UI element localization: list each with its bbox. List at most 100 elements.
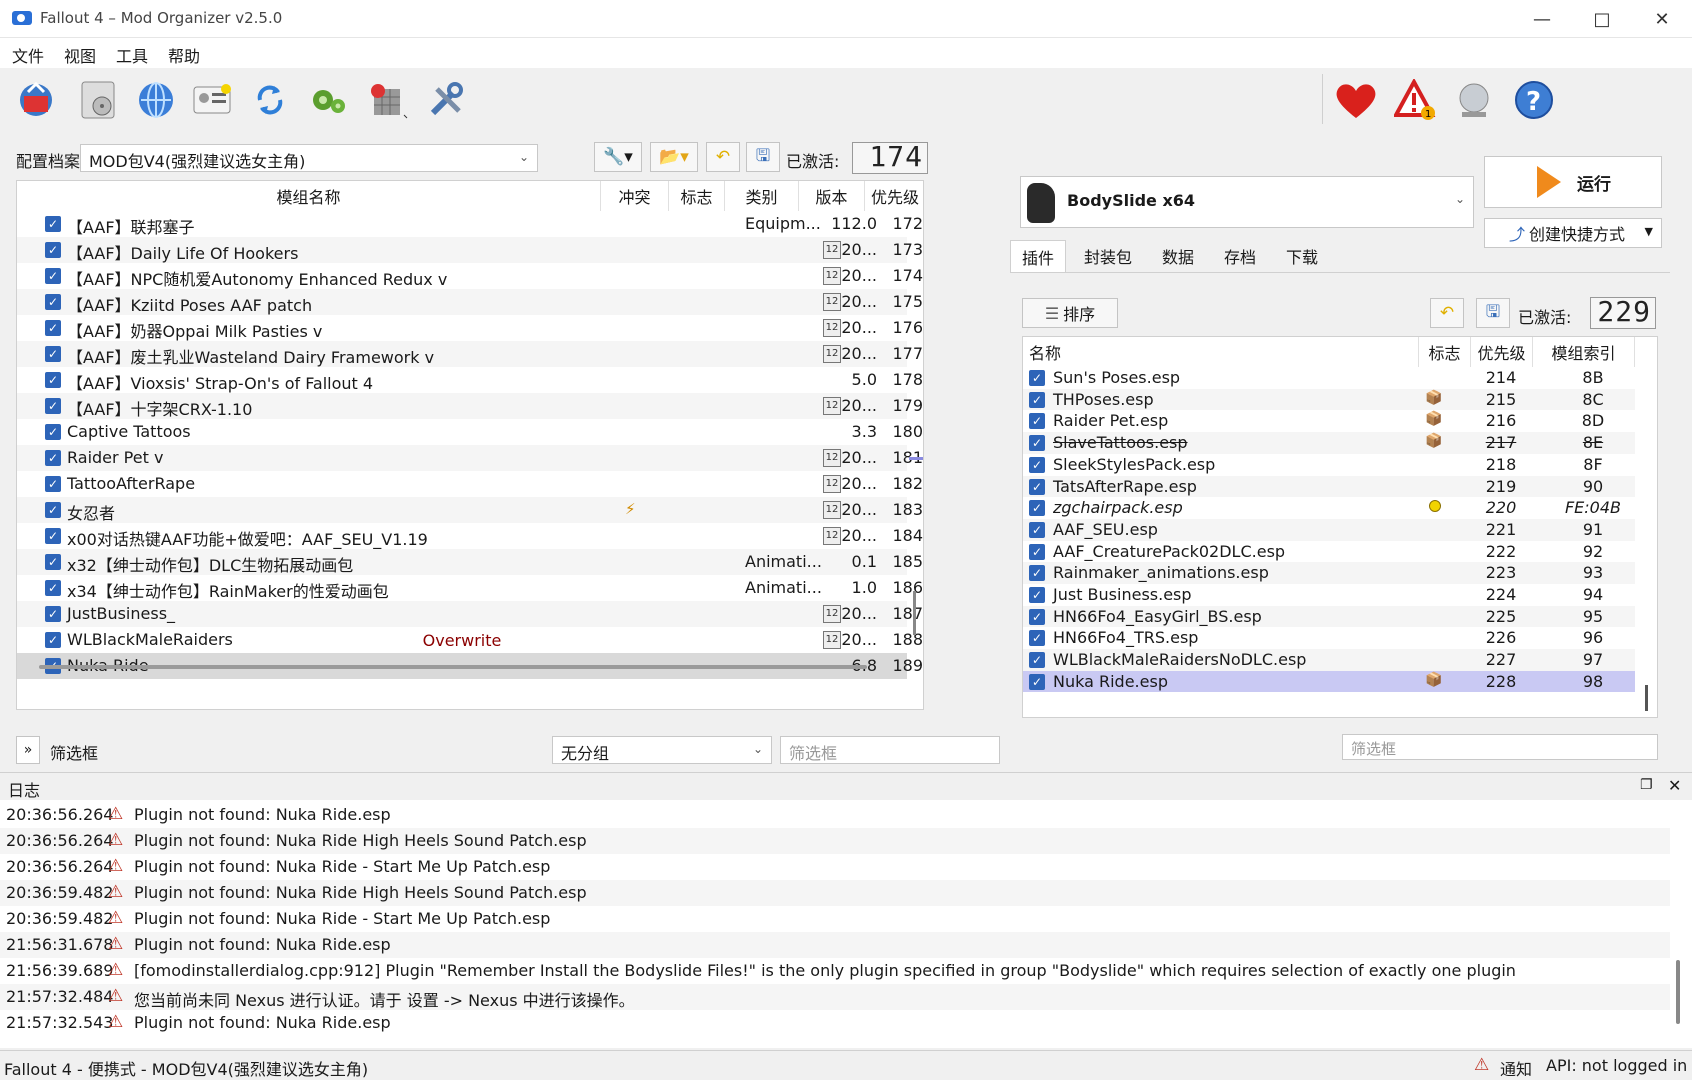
endorse-heart-icon[interactable] xyxy=(1334,78,1378,122)
column-header-name[interactable]: 模组名称 xyxy=(17,181,601,211)
mod-checkbox[interactable]: ✓ xyxy=(45,554,61,570)
mod-row[interactable]: ✓ Raider Pet v 12 20... 181 xyxy=(17,445,923,471)
mod-row[interactable]: ✓ x32【绅士动作包】DLC生物拓展动画包 Animati... 0.1 185 xyxy=(17,549,923,575)
plugin-row[interactable]: ✓ Rainmaker_animations.esp 223 93 xyxy=(1023,562,1635,584)
menu-tools[interactable]: 工具 xyxy=(116,43,148,67)
plugin-scrollbar[interactable] xyxy=(1645,685,1648,711)
plugin-row[interactable]: ✓ WLBlackMaleRaidersNoDLC.esp 227 97 xyxy=(1023,649,1635,671)
plugin-header-priority[interactable]: 优先级 xyxy=(1471,337,1533,367)
restore-backup-button[interactable]: ↶ xyxy=(706,142,740,172)
mod-row[interactable]: ✓ x34【绅士动作包】RainMaker的性爱动画包 Animati... 1.0 1… xyxy=(17,575,923,601)
update-globe-icon[interactable] xyxy=(1452,78,1496,122)
log-entry[interactable]: 20:36:56.264 ⚠ Plugin not found: Nuka Ride… xyxy=(0,828,1670,854)
overwrite-row[interactable]: Overwrite xyxy=(17,631,907,650)
mod-checkbox[interactable]: ✓ xyxy=(45,528,61,544)
change-game-icon[interactable] xyxy=(14,78,58,122)
menu-help[interactable]: 帮助 xyxy=(168,43,200,67)
mod-row[interactable]: ✓ 【AAF】Daily Life Of Hookers 12 20... 173 xyxy=(17,237,923,263)
plugin-list[interactable]: 名称 标志 优先级 模组索引 ✓ Sun's Poses.esp 214 8B ✓ THP… xyxy=(1022,336,1658,718)
plugin-checkbox[interactable]: ✓ xyxy=(1029,413,1045,430)
mod-row[interactable]: ✓ 【AAF】Kziitd Poses AAF patch 12 20... 175 xyxy=(17,289,923,315)
create-shortcut-button[interactable]: ⤴ 创建快捷方式 ▼ xyxy=(1484,218,1662,248)
plugin-checkbox[interactable]: ✓ xyxy=(1029,587,1045,603)
plugin-header-name[interactable]: 名称 xyxy=(1023,337,1419,367)
log-entry[interactable]: 21:57:32.543 ⚠ Plugin not found: Nuka Ride… xyxy=(0,1010,1670,1036)
restore-plugins-button[interactable]: ↶ xyxy=(1430,298,1464,328)
profiles-icon[interactable] xyxy=(190,78,234,122)
plugin-row[interactable]: ✓ HN66Fo4_EasyGirl_BS.esp 225 95 xyxy=(1023,605,1635,628)
mod-checkbox[interactable]: ✓ xyxy=(45,320,61,336)
plugin-checkbox[interactable]: ✓ xyxy=(1029,565,1045,582)
mod-row[interactable]: ✓ 【AAF】联邦塞子 Equipm... 112.0 172 xyxy=(17,211,923,237)
tab-plugins[interactable]: 插件 xyxy=(1010,240,1066,272)
mod-row[interactable]: ✓ 【AAF】奶器Oppai Milk Pasties v 12 20... 176 xyxy=(17,315,923,341)
plugin-row[interactable]: ✓ TatsAfterRape.esp 219 90 xyxy=(1023,475,1635,498)
mod-checkbox[interactable]: ✓ xyxy=(45,268,61,284)
plugin-checkbox[interactable]: ✓ xyxy=(1029,391,1045,408)
mod-row[interactable]: ✓ 【AAF】十字架CRX-1.10 12 20... 179 xyxy=(17,393,923,419)
vertical-scrollbar[interactable] xyxy=(913,591,916,635)
plugin-filter-input[interactable]: 筛选框 xyxy=(1342,734,1658,760)
sort-button[interactable]: ☰ 排序 xyxy=(1022,298,1118,328)
plugin-row[interactable]: ✓ Sun's Poses.esp 214 8B xyxy=(1023,367,1635,389)
log-entry[interactable]: 20:36:59.482 ⚠ Plugin not found: Nuka Ride… xyxy=(0,906,1670,932)
plugin-checkbox[interactable]: ✓ xyxy=(1029,608,1045,625)
log-entry[interactable]: 21:56:31.678 ⚠ Plugin not found: Nuka Ride… xyxy=(0,932,1670,958)
plugin-row[interactable]: ✓ SlaveTattoos.esp 📦 217 8E xyxy=(1023,432,1635,454)
log-entry[interactable]: 21:56:39.689 ⚠ [fomodinstallerdialog.cpp:9… xyxy=(0,958,1670,984)
help-icon[interactable]: ? xyxy=(1512,78,1556,122)
settings-icon[interactable] xyxy=(424,78,468,122)
mod-row[interactable]: ✓ 【AAF】NPC随机爱Autonomy Enhanced Redux v 12 2… xyxy=(17,263,923,289)
mod-checkbox[interactable]: ✓ xyxy=(45,450,61,466)
tab-downloads[interactable]: 下载 xyxy=(1274,240,1330,272)
plugin-checkbox[interactable]: ✓ xyxy=(1029,500,1045,517)
install-mod-icon[interactable] xyxy=(76,78,120,122)
plugin-row[interactable]: ✓ SleekStylesPack.esp 218 8F xyxy=(1023,454,1635,476)
menu-file[interactable]: 文件 xyxy=(12,43,44,67)
mod-checkbox[interactable]: ✓ xyxy=(45,372,61,388)
tab-data[interactable]: 数据 xyxy=(1150,240,1206,272)
tab-archives[interactable]: 封装包 xyxy=(1074,240,1142,272)
mod-checkbox[interactable]: ✓ xyxy=(45,242,61,258)
mod-row[interactable]: ✓ TattooAfterRape 12 20... 182 xyxy=(17,471,923,497)
plugin-checkbox[interactable]: ✓ xyxy=(1029,521,1045,538)
undock-icon[interactable]: ❐ xyxy=(1640,777,1653,793)
mod-checkbox[interactable]: ✓ xyxy=(45,294,61,310)
plugin-header-mod-index[interactable]: 模组索引 xyxy=(1533,337,1635,367)
plugin-row[interactable]: ✓ AAF_SEU.esp 221 91 xyxy=(1023,518,1635,541)
log-entry[interactable]: 21:57:32.484 ⚠ 您当前尚未同 Nexus 进行认证。请于 设置 -> … xyxy=(0,984,1670,1010)
plugin-checkbox[interactable]: ✓ xyxy=(1029,652,1045,669)
menu-view[interactable]: 视图 xyxy=(64,43,96,67)
plugin-checkbox[interactable]: ✓ xyxy=(1029,456,1045,473)
mod-checkbox[interactable]: ✓ xyxy=(45,606,61,622)
column-header-flags[interactable]: 标志 xyxy=(669,181,725,211)
log-entry[interactable]: 20:36:56.264 ⚠ Plugin not found: Nuka Ride… xyxy=(0,802,1670,828)
plugin-checkbox[interactable]: ✓ xyxy=(1029,478,1045,495)
executable-select[interactable]: BodySlide x64 ⌄ xyxy=(1020,176,1474,228)
backup-plugins-button[interactable]: 🖫 xyxy=(1476,298,1510,328)
mod-row[interactable]: ✓ Captive Tattoos 3.3 180 xyxy=(17,419,923,445)
plugin-row[interactable]: ✓ Raider Pet.esp 📦 216 8D xyxy=(1023,410,1635,432)
plugin-row[interactable]: ✓ THPoses.esp 📦 215 8C xyxy=(1023,388,1635,411)
plugin-checkbox[interactable]: ✓ xyxy=(1029,370,1045,386)
close-button[interactable]: ✕ xyxy=(1632,0,1692,38)
mod-checkbox[interactable]: ✓ xyxy=(45,476,61,492)
column-header-priority[interactable]: 优先级 xyxy=(865,181,923,211)
plugin-row[interactable]: ✓ zgchairpack.esp 220 FE:04B xyxy=(1023,497,1635,519)
profile-tools-button[interactable]: 🔧▾ xyxy=(594,142,642,172)
tab-saves[interactable]: 存档 xyxy=(1212,240,1268,272)
open-folder-button[interactable]: 📂▾ xyxy=(650,142,698,172)
notifications-button[interactable]: 通知 xyxy=(1500,1056,1532,1080)
plugin-checkbox[interactable]: ✓ xyxy=(1029,435,1045,452)
mod-list[interactable]: 模组名称 冲突 标志 类别 版本 优先级 ✓ 【AAF】联邦塞子 Equipm...… xyxy=(16,180,924,710)
mod-row[interactable]: ✓ 【AAF】废土乳业Wasteland Dairy Framework v 12 2… xyxy=(17,341,923,367)
column-header-category[interactable]: 类别 xyxy=(725,181,799,211)
profile-select[interactable]: MOD包V4(强烈建议选女主角) ⌄ xyxy=(80,144,538,172)
create-backup-button[interactable]: 🖫 xyxy=(746,142,780,172)
log-entry[interactable]: 20:36:56.264 ⚠ Plugin not found: Nuka Ride… xyxy=(0,854,1670,880)
filter-toggle-button[interactable]: » xyxy=(16,736,40,764)
plugin-checkbox[interactable]: ✓ xyxy=(1029,543,1045,560)
mod-checkbox[interactable]: ✓ xyxy=(45,580,61,596)
mod-checkbox[interactable]: ✓ xyxy=(45,424,61,440)
column-header-conflicts[interactable]: 冲突 xyxy=(601,181,669,211)
